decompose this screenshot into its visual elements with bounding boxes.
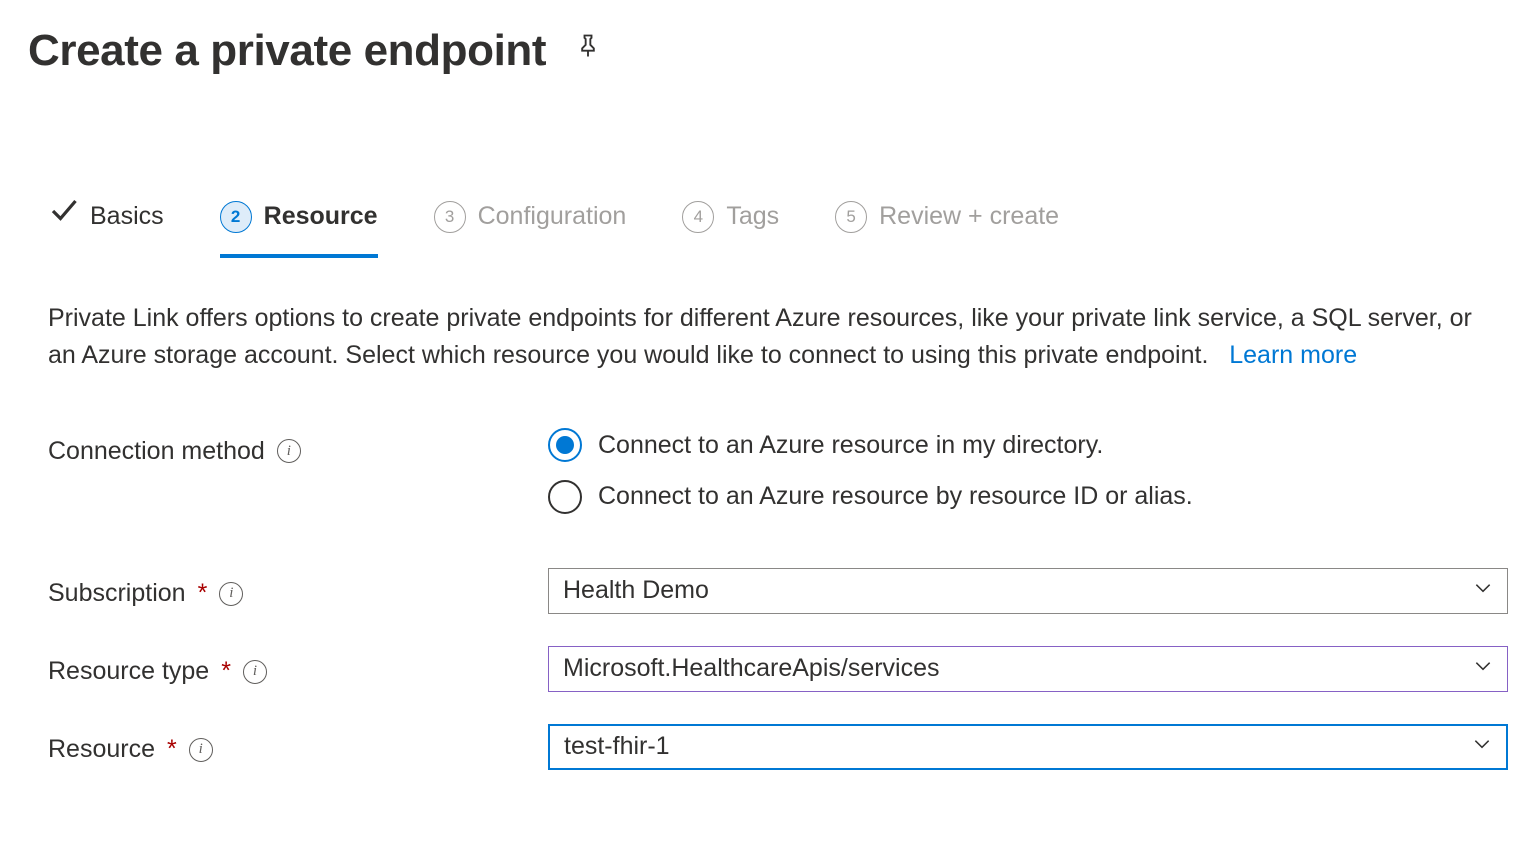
chevron-down-icon (1473, 572, 1493, 610)
select-value: test-fhir-1 (564, 728, 670, 766)
connection-method-label: Connection method (48, 433, 265, 471)
info-icon[interactable]: i (189, 738, 213, 762)
info-icon[interactable]: i (219, 582, 243, 606)
chevron-down-icon (1473, 650, 1493, 688)
radio-circle-icon (548, 480, 582, 514)
tab-label: Tags (726, 198, 779, 236)
radio-connect-my-directory[interactable]: Connect to an Azure resource in my direc… (548, 427, 1492, 465)
tab-label: Review + create (879, 198, 1059, 236)
subscription-label: Subscription (48, 575, 186, 613)
resource-select[interactable]: test-fhir-1 (548, 724, 1508, 770)
tab-description: Private Link offers options to create pr… (28, 300, 1492, 375)
radio-circle-icon (548, 428, 582, 462)
info-icon[interactable]: i (277, 439, 301, 463)
select-value: Health Demo (563, 572, 709, 610)
step-number-badge: 2 (220, 201, 252, 233)
step-number-badge: 4 (682, 201, 714, 233)
learn-more-link[interactable]: Learn more (1229, 341, 1357, 369)
step-number-badge: 3 (434, 201, 466, 233)
select-value: Microsoft.HealthcareApis/services (563, 650, 940, 688)
info-icon[interactable]: i (243, 660, 267, 684)
required-indicator: * (221, 653, 231, 691)
resource-label: Resource (48, 731, 155, 769)
subscription-select[interactable]: Health Demo (548, 568, 1508, 614)
wizard-tabs: Basics 2 Resource 3 Configuration 4 Tags… (28, 196, 1492, 260)
connection-method-radio-group: Connect to an Azure resource in my direc… (548, 427, 1492, 516)
radio-label: Connect to an Azure resource in my direc… (598, 427, 1103, 465)
tab-tags[interactable]: 4 Tags (682, 198, 779, 258)
tab-label: Basics (90, 198, 164, 236)
required-indicator: * (167, 731, 177, 769)
required-indicator: * (198, 575, 208, 613)
tab-resource[interactable]: 2 Resource (220, 198, 378, 258)
tab-label: Resource (264, 198, 378, 236)
chevron-down-icon (1472, 728, 1492, 766)
pin-icon[interactable] (574, 32, 602, 70)
tab-review-create[interactable]: 5 Review + create (835, 198, 1059, 258)
resource-type-label: Resource type (48, 653, 209, 691)
tab-basics[interactable]: Basics (48, 196, 164, 260)
page-title: Create a private endpoint (28, 18, 546, 84)
radio-connect-by-id[interactable]: Connect to an Azure resource by resource… (548, 478, 1492, 516)
tab-label: Configuration (478, 198, 627, 236)
tab-configuration[interactable]: 3 Configuration (434, 198, 627, 258)
check-icon (48, 196, 78, 238)
radio-label: Connect to an Azure resource by resource… (598, 478, 1193, 516)
step-number-badge: 5 (835, 201, 867, 233)
resource-type-select[interactable]: Microsoft.HealthcareApis/services (548, 646, 1508, 692)
